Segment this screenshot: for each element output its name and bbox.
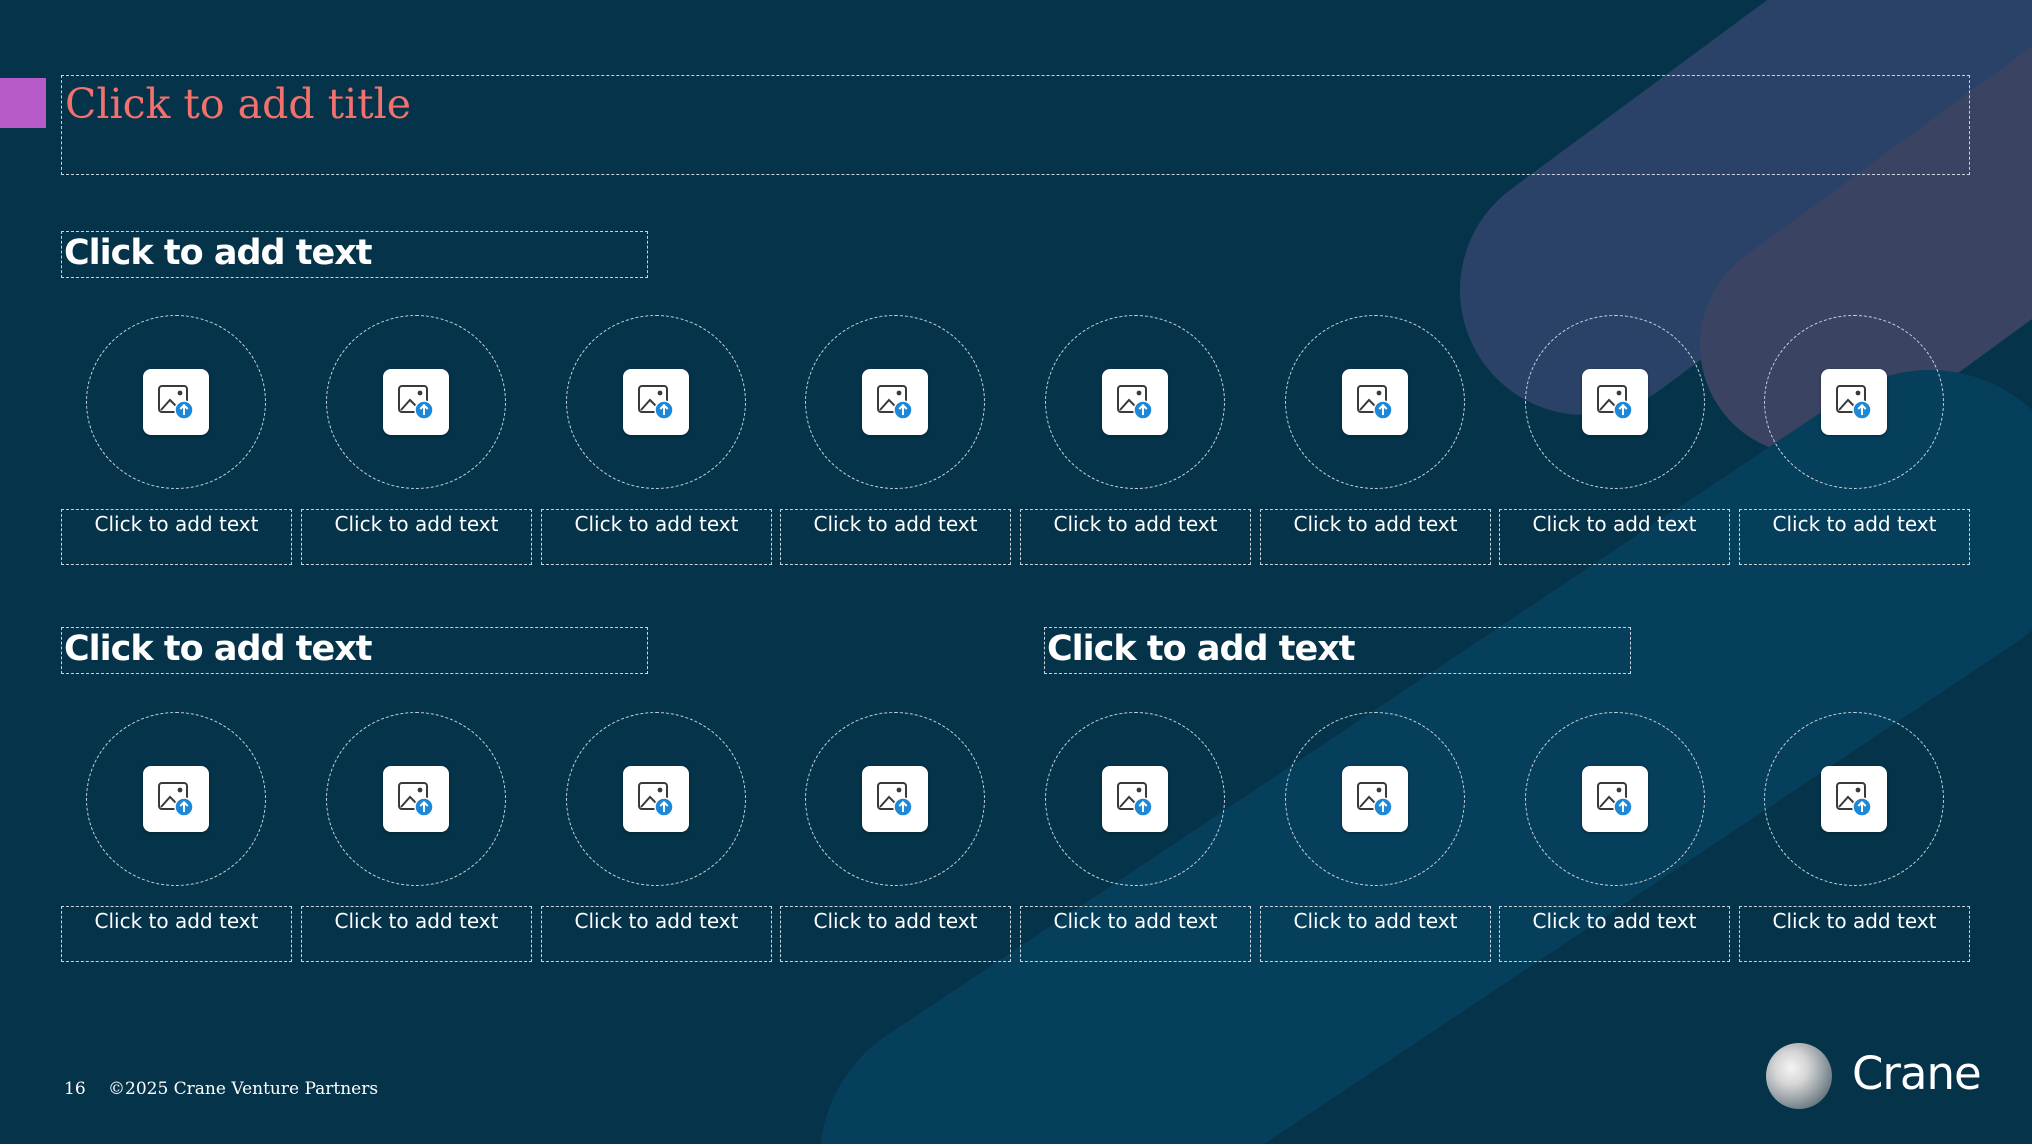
caption-text: Click to add text [334, 909, 499, 933]
caption-placeholder[interactable]: Click to add text [780, 906, 1011, 962]
picture-placeholder[interactable] [1525, 315, 1705, 489]
caption-placeholder[interactable]: Click to add text [1260, 509, 1491, 565]
image-upload-icon[interactable] [1582, 766, 1648, 832]
caption-placeholder[interactable]: Click to add text [541, 906, 772, 962]
picture-placeholder[interactable] [1045, 712, 1225, 886]
caption-text: Click to add text [334, 512, 499, 536]
caption-text: Click to add text [813, 909, 978, 933]
copyright-text: ©2025 Crane Venture Partners [108, 1079, 379, 1099]
picture-placeholder[interactable] [1525, 712, 1705, 886]
image-upload-icon[interactable] [623, 766, 689, 832]
section-header-text: Click to add text [1047, 629, 1356, 669]
caption-placeholder[interactable]: Click to add text [541, 509, 772, 565]
image-upload-icon[interactable] [1342, 369, 1408, 435]
caption-placeholder[interactable]: Click to add text [1739, 509, 1970, 565]
section-header-text: Click to add text [64, 233, 373, 273]
caption-placeholder[interactable]: Click to add text [301, 906, 532, 962]
page-number: 16 [64, 1079, 86, 1099]
image-upload-icon[interactable] [1582, 369, 1648, 435]
caption-text: Click to add text [574, 512, 739, 536]
section-header-1[interactable]: Click to add text [61, 231, 648, 278]
caption-placeholder[interactable]: Click to add text [1260, 906, 1491, 962]
logo-sphere-icon [1766, 1043, 1832, 1109]
picture-placeholder[interactable] [566, 712, 746, 886]
picture-placeholder[interactable] [566, 315, 746, 489]
caption-placeholder[interactable]: Click to add text [1739, 906, 1970, 962]
image-upload-icon[interactable] [862, 369, 928, 435]
image-upload-icon[interactable] [1821, 766, 1887, 832]
caption-placeholder[interactable]: Click to add text [1020, 906, 1251, 962]
picture-placeholder[interactable] [1764, 712, 1944, 886]
picture-placeholder[interactable] [86, 712, 266, 886]
caption-placeholder[interactable]: Click to add text [1499, 906, 1730, 962]
caption-text: Click to add text [1772, 909, 1937, 933]
picture-placeholder[interactable] [1045, 315, 1225, 489]
caption-placeholder[interactable]: Click to add text [301, 509, 532, 565]
image-upload-icon[interactable] [623, 369, 689, 435]
section-header-3[interactable]: Click to add text [1044, 627, 1631, 674]
picture-placeholder[interactable] [1285, 315, 1465, 489]
picture-placeholder[interactable] [326, 712, 506, 886]
caption-text: Click to add text [1772, 512, 1937, 536]
title-text: Click to add title [65, 80, 412, 128]
caption-placeholder[interactable]: Click to add text [780, 509, 1011, 565]
picture-placeholder[interactable] [1764, 315, 1944, 489]
caption-placeholder[interactable]: Click to add text [61, 509, 292, 565]
caption-text: Click to add text [94, 909, 259, 933]
picture-placeholder[interactable] [86, 315, 266, 489]
crane-logo: Crane [1766, 1043, 1982, 1113]
image-upload-icon[interactable] [383, 369, 449, 435]
caption-placeholder[interactable]: Click to add text [1020, 509, 1251, 565]
picture-placeholder[interactable] [1285, 712, 1465, 886]
caption-text: Click to add text [94, 512, 259, 536]
image-upload-icon[interactable] [1102, 369, 1168, 435]
picture-placeholder[interactable] [326, 315, 506, 489]
caption-text: Click to add text [1293, 909, 1458, 933]
caption-text: Click to add text [1532, 512, 1697, 536]
caption-text: Click to add text [1532, 909, 1697, 933]
caption-text: Click to add text [1053, 909, 1218, 933]
image-upload-icon[interactable] [1102, 766, 1168, 832]
image-upload-icon[interactable] [143, 369, 209, 435]
image-upload-icon[interactable] [1821, 369, 1887, 435]
title-accent-bar [0, 78, 46, 128]
title-placeholder[interactable]: Click to add title [61, 75, 1970, 175]
caption-text: Click to add text [813, 512, 978, 536]
caption-placeholder[interactable]: Click to add text [1499, 509, 1730, 565]
picture-placeholder[interactable] [805, 712, 985, 886]
caption-text: Click to add text [1293, 512, 1458, 536]
caption-text: Click to add text [1053, 512, 1218, 536]
slide: Click to add title Click to add text Cli… [0, 0, 2032, 1144]
logo-text: Crane [1852, 1047, 1982, 1100]
caption-text: Click to add text [574, 909, 739, 933]
image-upload-icon[interactable] [1342, 766, 1408, 832]
section-header-2[interactable]: Click to add text [61, 627, 648, 674]
picture-placeholder[interactable] [805, 315, 985, 489]
image-upload-icon[interactable] [862, 766, 928, 832]
section-header-text: Click to add text [64, 629, 373, 669]
image-upload-icon[interactable] [383, 766, 449, 832]
caption-placeholder[interactable]: Click to add text [61, 906, 292, 962]
image-upload-icon[interactable] [143, 766, 209, 832]
